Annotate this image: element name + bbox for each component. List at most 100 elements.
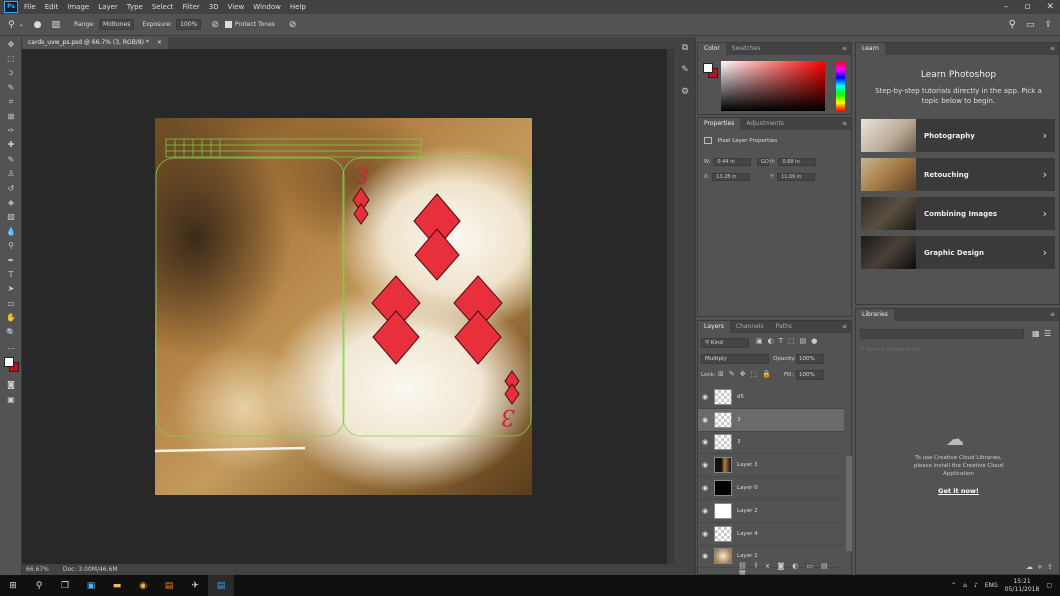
visibility-eye-icon[interactable]: ◉ <box>698 461 712 469</box>
volume-icon[interactable]: ♪ <box>974 582 978 589</box>
photoshop-taskbar-icon[interactable]: ▤ <box>208 575 234 596</box>
x-field[interactable]: X: 13.28 in <box>704 173 751 181</box>
layer-row[interactable]: ◉ Layer 0 <box>698 477 844 500</box>
type-tool-icon[interactable]: T <box>0 267 22 281</box>
minimize-icon[interactable]: – <box>1004 2 1009 12</box>
quick-select-tool-icon[interactable]: ✎ <box>0 80 22 94</box>
app-3d-icon[interactable]: ▣ <box>78 575 104 596</box>
visibility-eye-icon[interactable]: ◉ <box>698 507 712 515</box>
eraser-tool-icon[interactable]: ◈ <box>0 195 22 209</box>
exposure-input[interactable]: 100% <box>176 19 202 30</box>
panel-menu-icon[interactable]: ≡ <box>842 118 851 130</box>
foreground-color-swatch[interactable] <box>703 63 713 73</box>
library-select[interactable] <box>860 329 1024 339</box>
menu-filter[interactable]: Filter <box>182 3 199 11</box>
tab-paths[interactable]: Paths <box>770 321 798 333</box>
doc-info[interactable]: Doc: 3.00M/46.6M <box>63 566 118 573</box>
link-button[interactable]: GO <box>754 158 769 166</box>
x-value[interactable]: 13.28 in <box>712 173 751 181</box>
screen-mode-icon[interactable]: ▣ <box>0 392 22 406</box>
visibility-eye-icon[interactable]: ◉ <box>698 393 712 401</box>
tab-swatches[interactable]: Swatches <box>726 43 767 55</box>
shape-tool-icon[interactable]: ▭ <box>0 296 22 310</box>
history-brush-icon[interactable]: ↺ <box>0 181 22 195</box>
history-panel-icon[interactable]: ⧉ <box>674 37 696 59</box>
panel-menu-icon[interactable]: ≡ <box>1050 309 1059 321</box>
link-value[interactable]: GO <box>757 158 769 166</box>
grid-view-icon[interactable]: ▦ <box>1032 329 1040 338</box>
menu-3d[interactable]: 3D <box>209 3 219 11</box>
marquee-tool-icon[interactable]: ⬚ <box>0 51 22 65</box>
panel-menu-icon[interactable]: ≡ <box>842 321 851 333</box>
color-field[interactable] <box>721 61 825 111</box>
library-footer-icons[interactable]: ☁+⇪ <box>1026 563 1057 571</box>
stock-search-input[interactable]: ⚲ Search Adobe Stock <box>860 345 1056 355</box>
more-tools-icon[interactable]: … <box>0 339 22 353</box>
document-canvas[interactable]: 3 3 <box>155 118 532 495</box>
path-select-tool-icon[interactable]: ➤ <box>0 282 22 296</box>
visibility-eye-icon[interactable]: ◉ <box>698 484 712 492</box>
color-swatches[interactable] <box>0 354 22 378</box>
range-select[interactable]: Midtones <box>99 19 135 30</box>
lock-icons[interactable]: ⊞✎✥⬚🔒 <box>718 370 776 378</box>
width-field[interactable]: W: 0.44 in <box>704 158 752 166</box>
y-value[interactable]: 11.06 in <box>777 173 816 181</box>
windows-start-icon[interactable]: ⊞ <box>0 575 26 596</box>
airbrush-icon[interactable]: ⊘ <box>211 20 219 30</box>
fill-input[interactable]: 100% <box>796 370 824 380</box>
tray-chevron-up-icon[interactable]: ⌃ <box>951 582 956 589</box>
pen-tool-icon[interactable]: ✒ <box>0 253 22 267</box>
move-tool-icon[interactable]: ✥ <box>0 37 22 51</box>
gradient-tool-icon[interactable]: ▨ <box>0 210 22 224</box>
layer-row[interactable]: ◉ 3 <box>698 408 844 432</box>
notifications-icon[interactable]: ▢ <box>1046 582 1052 589</box>
eyedropper-tool-icon[interactable]: ✑ <box>0 123 22 137</box>
visibility-eye-icon[interactable]: ◉ <box>698 552 712 560</box>
file-explorer-icon[interactable]: ▬ <box>104 575 130 596</box>
panel-menu-icon[interactable]: ≡ <box>1050 43 1059 55</box>
tab-color[interactable]: Color <box>698 43 726 55</box>
get-it-now-link[interactable]: Get it now! <box>856 487 1060 495</box>
menu-window[interactable]: Window <box>253 3 281 11</box>
brush-panel-icon[interactable]: ✎ <box>674 59 696 81</box>
menu-file[interactable]: File <box>24 3 36 11</box>
foreground-color-swatch[interactable] <box>4 356 14 367</box>
search-icon[interactable]: ⚲ <box>1009 19 1016 30</box>
clock[interactable]: 15:21 05/11/2018 <box>1005 578 1040 594</box>
document-tab[interactable]: cards_uvw_ps.psd @ 66.7% (3, RGB/8) * × <box>22 37 168 49</box>
learn-topic-combining-images[interactable]: Combining Images › <box>861 197 1055 230</box>
layer-row[interactable]: ◉ Layer 3 <box>698 454 844 478</box>
y-field[interactable]: Y: 11.06 in <box>770 173 816 181</box>
menu-layer[interactable]: Layer <box>98 3 118 11</box>
visibility-eye-icon[interactable]: ◉ <box>698 416 712 424</box>
zoom-tool-icon[interactable]: 🔍 <box>0 325 22 339</box>
height-field[interactable]: H: 0.68 in <box>770 158 817 166</box>
canvas-scrollbar[interactable] <box>667 49 674 564</box>
visibility-eye-icon[interactable]: ◉ <box>698 438 712 446</box>
visibility-eye-icon[interactable]: ◉ <box>698 530 712 538</box>
chevron-down-icon[interactable]: ⌄ <box>19 21 24 28</box>
tab-properties[interactable]: Properties <box>698 118 741 130</box>
protect-tones-checkbox[interactable] <box>224 21 232 28</box>
menu-select[interactable]: Select <box>152 3 174 11</box>
workspace-icon[interactable]: ▭ <box>1026 20 1035 30</box>
layer-row[interactable]: ◉ d5 <box>698 386 844 409</box>
list-view-icon[interactable]: ☰ <box>1044 329 1051 338</box>
stamp-tool-icon[interactable]: ♙ <box>0 167 22 181</box>
layer-row[interactable]: ◉ Layer 2 <box>698 500 844 523</box>
learn-topic-retouching[interactable]: Retouching › <box>861 158 1055 191</box>
layers-scrollbar[interactable] <box>846 456 852 551</box>
opacity-input[interactable]: 100% <box>796 354 824 364</box>
layer-row[interactable]: ◉ Layer 4 <box>698 523 844 546</box>
crop-tool-icon[interactable]: ⌗ <box>0 95 22 109</box>
learn-topic-photography[interactable]: Photography › <box>861 119 1055 152</box>
hue-slider[interactable] <box>836 61 845 111</box>
share-icon[interactable]: ⇪ <box>1044 20 1052 30</box>
tool-presets-icon[interactable]: ⚙ <box>674 81 696 103</box>
menu-image[interactable]: Image <box>67 3 89 11</box>
width-value[interactable]: 0.44 in <box>713 158 752 166</box>
chrome-icon[interactable]: ◉ <box>130 575 156 596</box>
blur-tool-icon[interactable]: 💧 <box>0 224 22 238</box>
tab-libraries[interactable]: Libraries <box>856 309 894 321</box>
blend-mode-select[interactable]: Multiply <box>701 354 769 364</box>
